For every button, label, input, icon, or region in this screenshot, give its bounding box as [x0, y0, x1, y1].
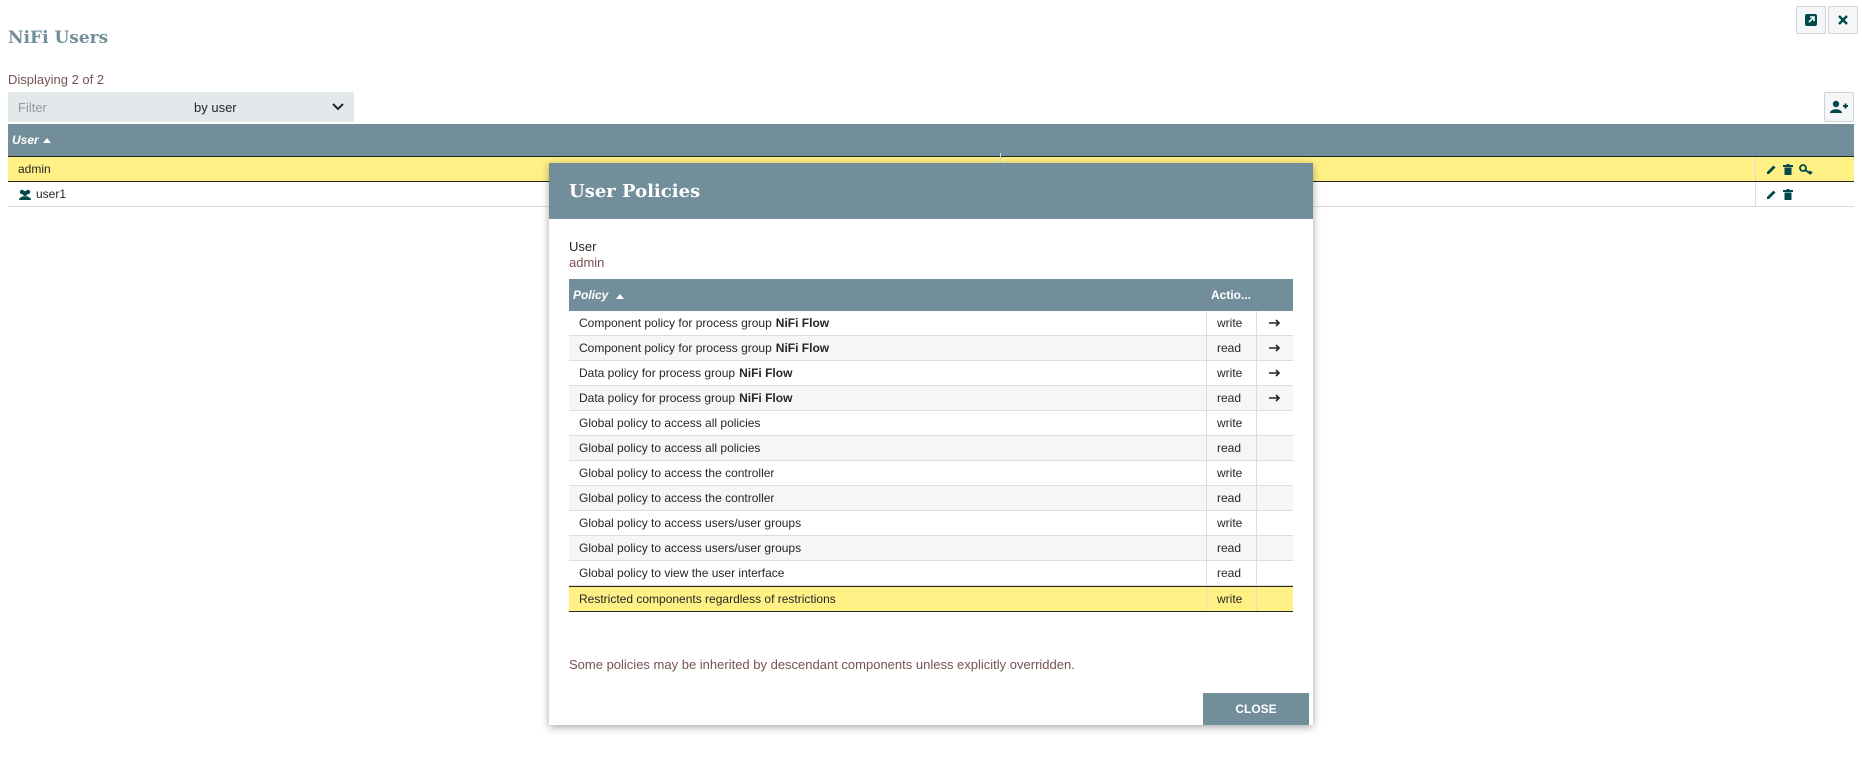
arrow-right-icon[interactable] — [1269, 369, 1281, 377]
displaying-count: Displaying 2 of 2 — [8, 72, 105, 87]
policy-action: write — [1207, 587, 1257, 611]
policy-column-header[interactable]: Policy — [569, 288, 1207, 302]
process-group-name: NiFi Flow — [739, 391, 793, 405]
sort-asc-icon — [615, 294, 624, 299]
policy-text: Restricted components regardless of rest… — [569, 587, 1207, 611]
inheritance-note: Some policies may be inherited by descen… — [569, 657, 1075, 672]
users-icon — [19, 189, 31, 200]
process-group-name: NiFi Flow — [775, 316, 830, 330]
delete-icon[interactable] — [1783, 163, 1793, 175]
arrow-right-icon[interactable] — [1269, 394, 1281, 402]
policy-text: Global policy to access the controller — [569, 486, 1207, 510]
policy-row[interactable]: Global policy to access users/user group… — [569, 536, 1293, 561]
policy-row[interactable]: Component policy for process group NiFi F… — [569, 311, 1293, 336]
policy-row[interactable]: Global policy to access all policies writ… — [569, 411, 1293, 436]
policy-row[interactable]: Global policy to access all policies read — [569, 436, 1293, 461]
policy-go-cell — [1257, 511, 1293, 535]
policy-action: write — [1207, 411, 1257, 435]
process-group-name: NiFi Flow — [775, 341, 830, 355]
policy-action: read — [1207, 336, 1257, 360]
policy-text: Component policy for process group NiFi F… — [569, 336, 1207, 360]
user-name: admin — [18, 162, 51, 176]
policy-go-cell[interactable] — [1257, 311, 1293, 335]
policy-text: Data policy for process group NiFi Flow — [569, 361, 1207, 385]
policy-text: Global policy to access the controller — [569, 461, 1207, 485]
filter-type-label: by user — [194, 99, 237, 115]
edit-icon[interactable] — [1766, 164, 1777, 175]
policy-action: write — [1207, 311, 1257, 335]
policy-go-cell — [1257, 587, 1293, 611]
filter-type-select[interactable]: by user — [184, 92, 354, 122]
policy-action: write — [1207, 361, 1257, 385]
policy-go-cell — [1257, 536, 1293, 560]
policy-action: write — [1207, 511, 1257, 535]
policy-go-cell — [1257, 411, 1293, 435]
policy-go-cell — [1257, 436, 1293, 460]
policy-action: read — [1207, 486, 1257, 510]
user-value: admin — [569, 255, 605, 270]
edit-icon[interactable] — [1766, 189, 1777, 200]
policy-row[interactable]: Data policy for process group NiFi Flow re… — [569, 386, 1293, 411]
policy-go-cell[interactable] — [1257, 336, 1293, 360]
add-user-button[interactable] — [1824, 92, 1854, 122]
process-group-name: NiFi Flow — [739, 366, 793, 380]
policy-text: Global policy to view the user interface — [569, 561, 1207, 585]
page-title: NiFi Users — [8, 28, 109, 48]
delete-icon[interactable] — [1783, 188, 1793, 200]
pop-out-icon[interactable] — [1796, 6, 1826, 34]
policy-text: Global policy to access users/user group… — [569, 536, 1207, 560]
policies-table-header: Policy Actio... — [569, 279, 1293, 311]
policy-action: read — [1207, 536, 1257, 560]
policy-go-cell — [1257, 486, 1293, 510]
close-button[interactable]: CLOSE — [1203, 693, 1309, 725]
policy-row[interactable]: Restricted components regardless of rest… — [569, 586, 1293, 612]
close-icon[interactable] — [1828, 6, 1858, 34]
policy-row[interactable]: Global policy to access the controller wr… — [569, 461, 1293, 486]
policy-text: Data policy for process group NiFi Flow — [569, 386, 1207, 410]
policy-action: read — [1207, 561, 1257, 585]
sort-asc-icon — [42, 138, 51, 143]
user-policies-dialog: User Policies User admin Policy Actio...… — [549, 163, 1313, 725]
policy-action: write — [1207, 461, 1257, 485]
policy-go-cell[interactable] — [1257, 386, 1293, 410]
dialog-title: User Policies — [549, 163, 1313, 219]
chevron-down-icon — [332, 103, 344, 111]
policy-go-cell — [1257, 561, 1293, 585]
user-column-header[interactable]: User — [12, 133, 39, 147]
policy-row[interactable]: Global policy to access users/user group… — [569, 511, 1293, 536]
policy-row[interactable]: Data policy for process group NiFi Flow wr… — [569, 361, 1293, 386]
action-column-header[interactable]: Actio... — [1207, 288, 1261, 302]
policy-text: Global policy to access users/user group… — [569, 511, 1207, 535]
policy-text: Global policy to access all policies — [569, 436, 1207, 460]
filter-input[interactable] — [8, 92, 192, 122]
arrow-right-icon[interactable] — [1269, 344, 1281, 352]
policies-icon[interactable] — [1799, 163, 1813, 175]
policy-action: read — [1207, 386, 1257, 410]
user-name: user1 — [36, 187, 67, 201]
policies-table: Policy Actio... Component policy for pro… — [569, 279, 1293, 612]
policy-row[interactable]: Global policy to access the controller re… — [569, 486, 1293, 511]
add-user-icon — [1830, 100, 1848, 113]
arrow-right-icon[interactable] — [1269, 319, 1281, 327]
policy-row[interactable]: Global policy to view the user interface… — [569, 561, 1293, 586]
policy-go-cell[interactable] — [1257, 361, 1293, 385]
policy-row[interactable]: Component policy for process group NiFi F… — [569, 336, 1293, 361]
policy-text: Component policy for process group NiFi F… — [569, 311, 1207, 335]
users-table-header[interactable]: User — [8, 124, 1854, 156]
policy-text: Global policy to access all policies — [569, 411, 1207, 435]
policy-go-cell — [1257, 461, 1293, 485]
user-label: User — [569, 239, 597, 254]
policy-action: read — [1207, 436, 1257, 460]
